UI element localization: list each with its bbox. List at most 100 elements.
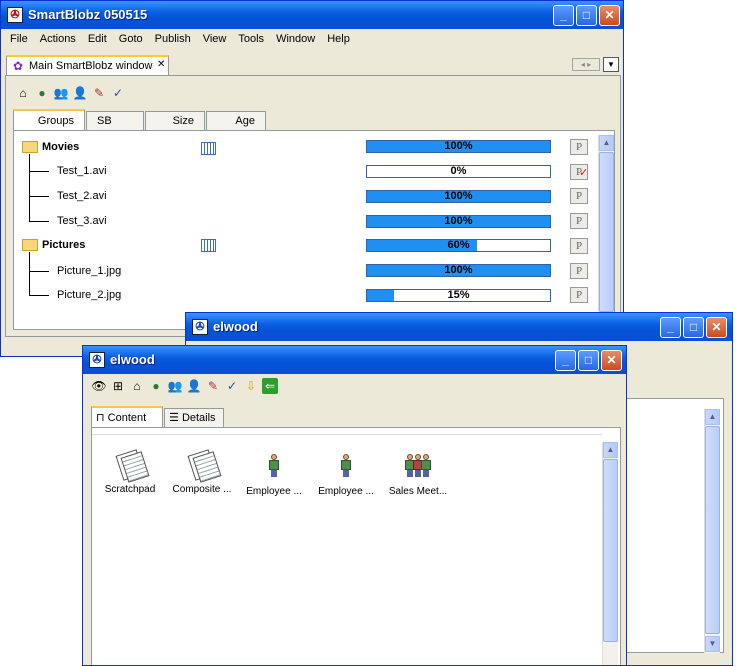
menu-edit[interactable]: Edit: [82, 29, 113, 49]
tab-list-dropdown-icon[interactable]: ▼: [603, 57, 619, 72]
publish-button[interactable]: P: [570, 213, 588, 229]
app-icon: ✇: [192, 319, 208, 335]
tree-row-test-3[interactable]: Test_3.avi: [57, 215, 107, 227]
column-header: [92, 428, 602, 435]
edit-doc-icon[interactable]: ✎: [205, 378, 221, 394]
close-button[interactable]: ✕: [706, 317, 727, 338]
progress-text: 0%: [450, 165, 467, 177]
tab-scroll-arrows[interactable]: ◂ ▸: [572, 58, 600, 71]
tab-age[interactable]: Age: [206, 111, 266, 130]
close-button[interactable]: ✕: [601, 350, 622, 371]
edit-doc-icon[interactable]: ✎: [91, 85, 107, 101]
back-titlebar[interactable]: ✇ elwood _ □ ✕: [186, 313, 732, 341]
minimize-button[interactable]: _: [660, 317, 681, 338]
main-titlebar[interactable]: ✇ SmartBlobz 050515 _ □ ✕: [1, 1, 623, 29]
calendar-icon[interactable]: [201, 239, 216, 252]
groups-scrollbar[interactable]: ▲: [598, 135, 614, 313]
maximize-button[interactable]: □: [683, 317, 704, 338]
content-item-employee-1[interactable]: Employee ...: [238, 450, 310, 497]
menu-help[interactable]: Help: [321, 29, 356, 49]
doc-tab-label: Main SmartBlobz window: [29, 60, 153, 72]
users-icon[interactable]: 👥: [167, 378, 183, 394]
publish-button[interactable]: P: [570, 263, 588, 279]
tab-sb-types[interactable]: SB types: [86, 111, 144, 146]
menu-goto[interactable]: Goto: [113, 29, 149, 49]
tree-line: [29, 196, 49, 197]
tab-groups[interactable]: Groups: [13, 109, 85, 130]
main-tabs: Groups SB types Size Age: [13, 109, 267, 146]
progress-bar: 100%: [366, 215, 551, 228]
menu-file[interactable]: File: [4, 29, 34, 49]
content-scrollbar[interactable]: ▲: [602, 442, 618, 665]
home-icon[interactable]: ⌂: [129, 378, 145, 394]
scroll-up-button[interactable]: ▲: [603, 442, 618, 458]
maximize-button[interactable]: □: [578, 350, 599, 371]
publish-button[interactable]: P: [570, 238, 588, 254]
publish-button[interactable]: P: [570, 188, 588, 204]
tree-line: [29, 221, 49, 222]
publish-button[interactable]: P: [570, 287, 588, 303]
properties-icon[interactable]: ✓: [110, 85, 126, 101]
tree-view-icon[interactable]: ⊞: [110, 378, 126, 394]
users-icon[interactable]: 👥: [53, 85, 69, 101]
close-button[interactable]: ✕: [599, 5, 620, 26]
composite-icon: [185, 449, 222, 483]
tree-line: [29, 252, 30, 296]
progress-bar: 100%: [366, 190, 551, 203]
group-icon: [403, 454, 433, 478]
menu-bar: File Actions Edit Goto Publish View Tools Windo…: [4, 29, 620, 49]
calendar-icon[interactable]: [201, 142, 216, 155]
scroll-up-button[interactable]: ▲: [599, 135, 614, 151]
tree-row-picture-1[interactable]: Picture_1.jpg: [57, 265, 121, 277]
globe-search-icon[interactable]: ●: [34, 85, 50, 101]
menu-view[interactable]: View: [197, 29, 233, 49]
scroll-thumb[interactable]: [603, 459, 618, 642]
scroll-thumb[interactable]: [705, 426, 720, 634]
publish-button[interactable]: P: [570, 139, 588, 155]
user-icon[interactable]: 👤: [72, 85, 88, 101]
tab-details[interactable]: ☰ Details: [164, 408, 224, 427]
menu-tools[interactable]: Tools: [232, 29, 270, 49]
tab-content[interactable]: ⊓ Content: [91, 406, 163, 427]
properties-icon[interactable]: ✓: [224, 378, 240, 394]
back-scrollbar[interactable]: ▲ ▼: [704, 409, 720, 653]
content-item-sales-meeting[interactable]: Sales Meet...: [382, 450, 454, 497]
menu-window[interactable]: Window: [270, 29, 321, 49]
tree-row-picture-2[interactable]: Picture_2.jpg: [57, 289, 121, 301]
user-icon[interactable]: 👤: [186, 378, 202, 394]
doc-tab[interactable]: ✿ Main SmartBlobz window ✕: [6, 55, 169, 75]
scroll-thumb[interactable]: [599, 152, 614, 312]
arrow-down-icon[interactable]: ⇩: [243, 378, 259, 394]
back-window-title: elwood: [213, 319, 258, 334]
tree-row-pictures[interactable]: Pictures: [42, 239, 85, 251]
tree-icon: ⊓: [96, 412, 105, 424]
content-item-employee-2[interactable]: Employee ...: [310, 450, 382, 497]
item-label: Scratchpad: [104, 484, 156, 495]
tab-size[interactable]: Size: [145, 111, 205, 130]
eye-icon[interactable]: 👁: [91, 378, 107, 394]
front-window-title: elwood: [110, 352, 155, 367]
home-icon[interactable]: ⌂: [15, 85, 31, 101]
scroll-up-button[interactable]: ▲: [705, 409, 720, 425]
minimize-button[interactable]: _: [553, 5, 574, 26]
globe-search-icon[interactable]: ●: [148, 378, 164, 394]
progress-bar: 0%: [366, 165, 551, 178]
progress-text: 100%: [444, 190, 473, 202]
doc-tab-close-icon[interactable]: ✕: [157, 59, 165, 70]
front-titlebar[interactable]: ✇ elwood _ □ ✕: [83, 346, 626, 374]
progress-bar: 100%: [366, 140, 551, 153]
minimize-button[interactable]: _: [555, 350, 576, 371]
back-arrow-icon[interactable]: ⇐: [262, 378, 278, 394]
tree-row-test-1[interactable]: Test_1.avi: [57, 165, 107, 177]
scroll-down-button[interactable]: ▼: [705, 636, 720, 652]
blobz-icon: ✿: [12, 59, 24, 73]
content-item-scratchpad[interactable]: Scratchpad: [94, 449, 166, 495]
tree-row-test-2[interactable]: Test_2.avi: [57, 190, 107, 202]
publish-button[interactable]: P ✓: [570, 164, 588, 180]
tree-row-movies[interactable]: Movies: [42, 141, 79, 153]
maximize-button[interactable]: □: [576, 5, 597, 26]
checkmark-icon: ✓: [579, 166, 589, 179]
menu-actions[interactable]: Actions: [34, 29, 82, 49]
content-item-composite[interactable]: Composite ...: [166, 449, 238, 495]
menu-publish[interactable]: Publish: [149, 29, 197, 49]
